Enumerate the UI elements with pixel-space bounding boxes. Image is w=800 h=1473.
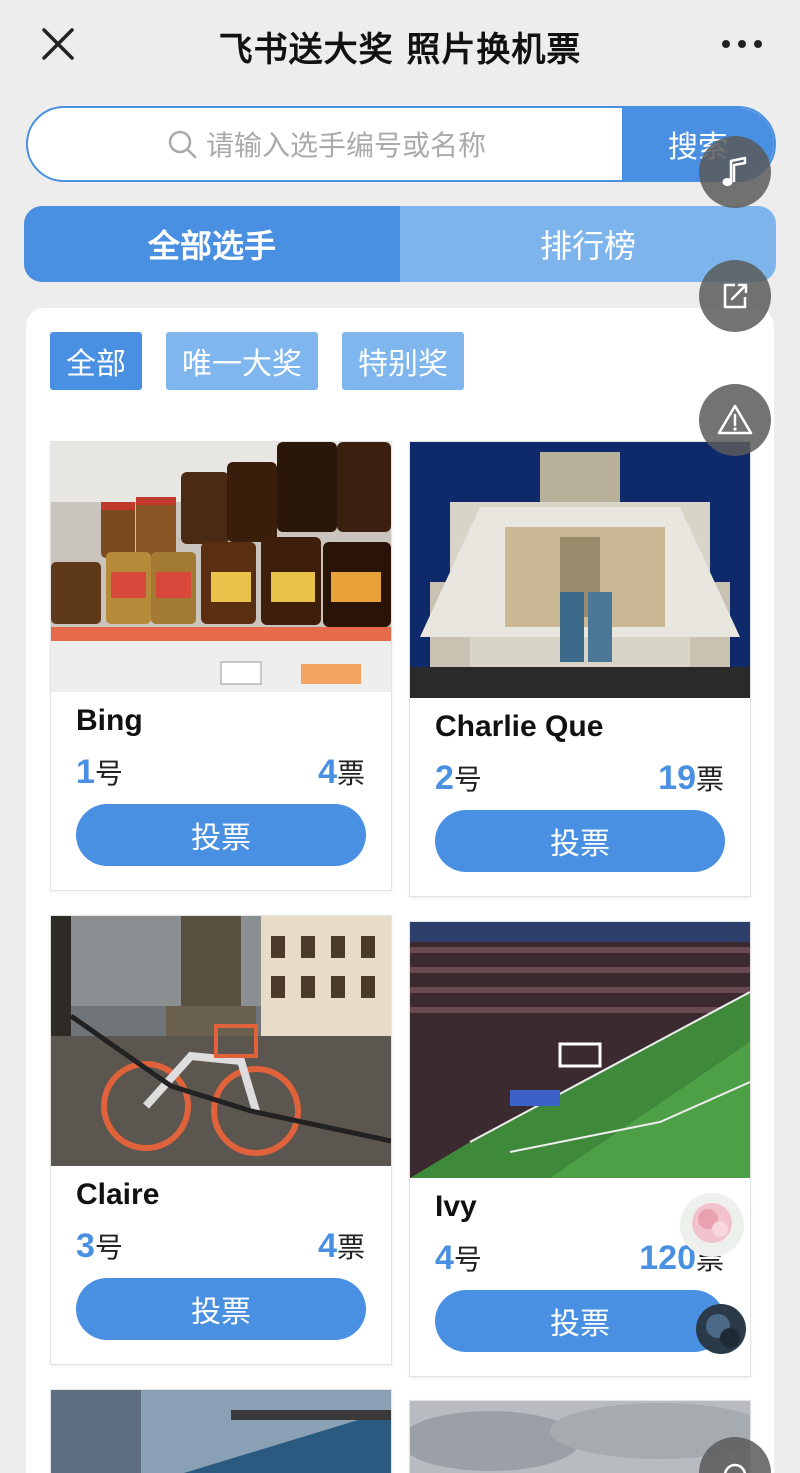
vote-button[interactable]: 投票: [435, 1290, 725, 1352]
contestant-card[interactable]: Charlie Que 2号 19票 投票: [409, 441, 751, 897]
tab-bar: 全部选手 排行榜: [24, 206, 776, 282]
contestant-card[interactable]: Claire 3号 4票 投票: [50, 915, 392, 1365]
vote-count: 4票: [318, 753, 365, 791]
voter-avatar: [680, 1193, 744, 1257]
share-button[interactable]: [699, 260, 771, 332]
report-button[interactable]: [699, 384, 771, 456]
warning-icon: [717, 404, 753, 435]
filter-all[interactable]: 全部: [50, 332, 142, 390]
filter-grand-prize[interactable]: 唯一大奖: [166, 332, 318, 390]
vote-button[interactable]: 投票: [435, 810, 725, 872]
contestant-photo: [51, 1390, 391, 1473]
contestant-photo: [410, 442, 750, 698]
filter-special-prize[interactable]: 特别奖: [342, 332, 464, 390]
contestant-name: Bing: [76, 704, 143, 737]
more-icon[interactable]: [722, 36, 762, 52]
music-note-icon: [722, 156, 747, 186]
circle-icon: [723, 1463, 747, 1473]
tab-all-contestants[interactable]: 全部选手: [24, 206, 400, 282]
contestant-number: 4号: [435, 1239, 482, 1277]
page-title: 飞书送大奖 照片换机票: [218, 30, 582, 70]
music-button[interactable]: [699, 136, 771, 208]
share-icon: [723, 283, 748, 309]
contestant-name: Claire: [76, 1178, 160, 1211]
search-icon: [168, 130, 197, 159]
vote-button[interactable]: 投票: [76, 804, 366, 866]
vote-button[interactable]: 投票: [76, 1278, 366, 1340]
vote-count: 4票: [318, 1227, 365, 1265]
contestant-photo: [410, 922, 750, 1178]
contestant-photo: [410, 1401, 750, 1473]
search-input[interactable]: 请输入选手编号或名称: [28, 108, 624, 180]
contestant-card[interactable]: [50, 1389, 392, 1473]
top-bar: 飞书送大奖 照片换机票: [0, 0, 800, 90]
contestant-number: 2号: [435, 759, 482, 797]
search-bar: 请输入选手编号或名称 搜索: [26, 106, 776, 182]
voter-avatar: [696, 1304, 746, 1354]
contestant-card[interactable]: Ivy 4号 120票 投票: [409, 921, 751, 1377]
contestant-name: Charlie Que: [435, 710, 604, 743]
contestant-number: 3号: [76, 1227, 123, 1265]
filter-chips: 全部 唯一大奖 特别奖: [50, 332, 464, 390]
contestant-number: 1号: [76, 753, 123, 791]
contestant-photo: [51, 916, 391, 1166]
contestant-card[interactable]: Bing 1号 4票 投票: [50, 441, 392, 891]
vote-count: 19票: [658, 759, 724, 797]
contestant-photo: [51, 442, 391, 692]
search-placeholder: 请输入选手编号或名称: [205, 129, 486, 162]
contestant-name: Ivy: [435, 1190, 477, 1223]
